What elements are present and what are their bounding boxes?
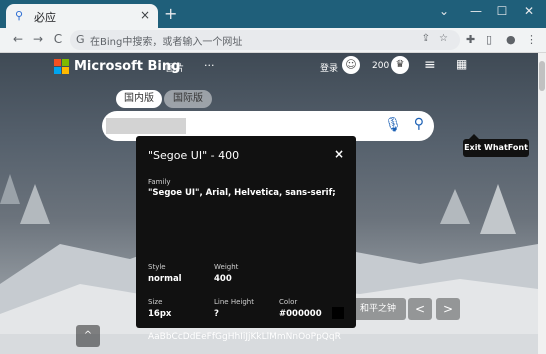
bing-page: Microsoft Bing 图片 ··· 登录 ☺ 200 ♛ ≡ ▦ 国内版… xyxy=(0,53,538,354)
nav-images-link[interactable]: 图片 xyxy=(166,61,184,74)
color-swatch xyxy=(332,307,344,319)
tab-title: 必应 xyxy=(34,11,56,24)
tab-search-icon[interactable]: ⌄ xyxy=(434,4,454,18)
image-caption-button[interactable]: 和平之钟 xyxy=(350,298,406,320)
profile-icon[interactable]: ● xyxy=(506,33,516,46)
whatfont-panel: "Segoe UI" - 400 × Family "Segoe UI", Ar… xyxy=(136,136,356,342)
reload-button[interactable]: C xyxy=(50,32,66,46)
font-heading: "Segoe UI" - 400 xyxy=(148,149,240,162)
share-icon[interactable]: ⇪ xyxy=(422,33,430,44)
more-menu-button[interactable]: ··· xyxy=(204,59,215,72)
address-bar[interactable]: G 在Bing中搜索，或者输入一个网址 ⇪ ☆ xyxy=(70,30,460,50)
family-value: "Segoe UI", Arial, Helvetica, sans-serif… xyxy=(148,188,336,198)
color-label: Color xyxy=(279,298,298,306)
minimize-button[interactable]: — xyxy=(466,4,486,18)
sidepanel-icon[interactable]: ▯ xyxy=(486,33,492,46)
extensions-icon[interactable]: ✚ xyxy=(466,33,475,46)
bing-logo-text: Microsoft Bing xyxy=(74,59,181,74)
maximize-button[interactable]: ☐ xyxy=(492,4,512,18)
search-input-redacted[interactable] xyxy=(106,118,186,134)
address-placeholder: 在Bing中搜索，或者输入一个网址 xyxy=(90,37,243,48)
color-value: #000000 xyxy=(279,309,322,319)
family-label: Family xyxy=(148,178,171,186)
microphone-icon[interactable]: 🎙 xyxy=(384,117,402,133)
size-label: Size xyxy=(148,298,163,306)
line-height-value: ? xyxy=(214,309,219,319)
rewards-points: 200 xyxy=(372,61,390,71)
sidebar-toggle-icon[interactable]: ▦ xyxy=(456,57,467,71)
prev-image-button[interactable]: < xyxy=(408,298,432,320)
microsoft-logo-icon xyxy=(54,59,69,74)
tab-strip: ⚲ 必应 × + ⌄ — ☐ ✕ xyxy=(0,0,546,28)
search-icon[interactable]: ⚲ xyxy=(414,116,424,132)
vertical-scrollbar[interactable] xyxy=(538,53,546,354)
exit-whatfont-tooltip[interactable]: Exit WhatFont xyxy=(463,134,529,157)
scope-domestic-tab[interactable]: 国内版 xyxy=(116,90,162,108)
trophy-icon[interactable]: ♛ xyxy=(391,56,409,74)
tab-bing[interactable]: ⚲ 必应 × xyxy=(6,4,158,28)
scope-international-tab[interactable]: 国际版 xyxy=(164,90,212,108)
toolbar: ← → C G 在Bing中搜索，或者输入一个网址 ⇪ ☆ ✚ ▯ ● ⋮ xyxy=(0,28,546,53)
hamburger-menu-icon[interactable]: ≡ xyxy=(424,57,436,73)
scroll-up-button[interactable]: ^ xyxy=(76,325,100,347)
user-avatar-icon[interactable]: ☺ xyxy=(342,56,360,74)
line-height-label: Line Height xyxy=(214,298,254,306)
weight-label: Weight xyxy=(214,263,239,271)
weight-value: 400 xyxy=(214,274,232,284)
google-icon: G xyxy=(76,33,85,46)
size-value: 16px xyxy=(148,309,172,319)
back-button[interactable]: ← xyxy=(10,32,26,46)
search-favicon-icon: ⚲ xyxy=(15,9,24,22)
close-window-button[interactable]: ✕ xyxy=(519,4,539,18)
next-image-button[interactable]: > xyxy=(436,298,460,320)
new-tab-button[interactable]: + xyxy=(164,6,177,22)
scrollbar-thumb[interactable] xyxy=(539,61,545,91)
whatfont-close-button[interactable]: × xyxy=(334,147,344,161)
star-icon[interactable]: ☆ xyxy=(439,33,448,44)
browser-window: ⚲ 必应 × + ⌄ — ☐ ✕ ← → C G 在Bing中搜索，或者输入一个… xyxy=(0,0,546,354)
kebab-menu-icon[interactable]: ⋮ xyxy=(526,33,537,46)
style-label: Style xyxy=(148,263,166,271)
forward-button[interactable]: → xyxy=(30,32,46,46)
style-value: normal xyxy=(148,274,182,284)
login-link[interactable]: 登录 xyxy=(320,61,338,74)
tab-close-button[interactable]: × xyxy=(138,8,152,22)
font-sample-text: AaBbCcDdEeFfGgHhIiJjKkLlMmNnOoPpQqR xyxy=(148,332,341,342)
